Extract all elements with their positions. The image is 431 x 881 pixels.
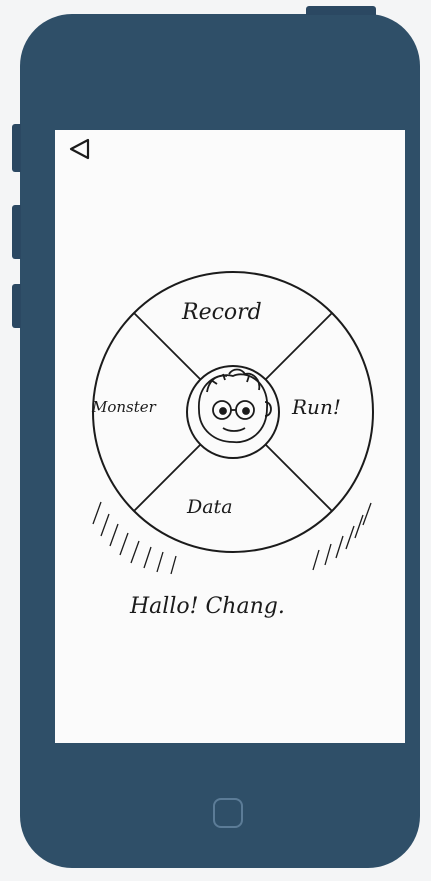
wheel-inner-circle (186, 365, 280, 459)
menu-run[interactable]: Run! (292, 395, 341, 419)
back-icon[interactable] (67, 136, 93, 162)
power-button (306, 6, 376, 15)
phone-screen: Record Monster Run! Data Hallo! Chang. (55, 130, 405, 743)
side-button-volume-up (12, 205, 21, 259)
menu-data[interactable]: Data (187, 496, 233, 518)
side-button-volume-down (12, 284, 21, 328)
greeting-text: Hallo! Chang. (130, 594, 285, 619)
home-button[interactable] (213, 798, 243, 828)
side-button-mute (12, 124, 21, 172)
menu-monster[interactable]: Monster (92, 398, 156, 416)
menu-record[interactable]: Record (182, 300, 262, 325)
